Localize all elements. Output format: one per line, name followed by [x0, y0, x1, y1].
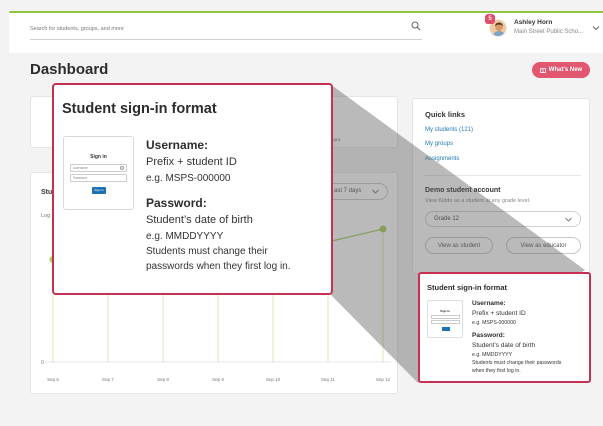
app-page: Search for students, groups, and more 5 …	[0, 0, 603, 426]
whats-new-label: What's New	[548, 67, 583, 73]
mini-password-note-2: when they first log in.	[472, 368, 521, 374]
password-note-2: passwords when they first log in.	[146, 261, 291, 272]
sign-in-format-callout: Student sign-in format Sign in Username …	[52, 83, 333, 295]
user-name[interactable]: Ashley Horn	[514, 19, 552, 26]
chart-card-subtitle: Log	[41, 213, 51, 219]
password-example: e.g. MMDDYYYY	[146, 231, 224, 242]
x-tick-label: Sep 6	[47, 377, 59, 382]
notification-badge[interactable]: 5	[485, 14, 495, 24]
view-as-student-label: View as student	[437, 242, 481, 249]
grade-select-value: Grade 12	[434, 216, 460, 222]
link-my-students[interactable]: My students (121)	[425, 127, 473, 133]
sign-in-thumbnail: Sign in Username Password Sign in	[63, 136, 134, 210]
x-tick-label: Sep 9	[212, 377, 224, 382]
mini-username-label: Username:	[472, 300, 506, 307]
callout-title: Student sign-in format	[62, 101, 217, 117]
quick-links-title: Quick links	[425, 110, 466, 119]
eye-icon	[120, 166, 124, 170]
mini-username-rule: Prefix + student ID	[472, 310, 526, 317]
sign-in-format-card: Student sign-in format Sign in Username:…	[418, 272, 591, 383]
quick-links-card: Quick links My students (121) My groups …	[412, 98, 590, 274]
date-range-value: ast 7 days	[334, 188, 362, 194]
x-tick-label: Sep 11	[321, 377, 335, 382]
thumb-password-placeholder: Password	[73, 176, 87, 180]
mini-thumb-title: Sign in	[440, 309, 450, 313]
search-placeholder: Search for students, groups, and more	[30, 26, 124, 32]
password-note-1: Students must change their	[146, 246, 268, 257]
mini-username-example: e.g. MSPS-000000	[472, 320, 516, 326]
mini-password-note-1: Students must change their passwords	[472, 360, 562, 366]
y-tick-label: 0	[41, 360, 44, 366]
view-as-educator-label: View as educator	[520, 242, 567, 249]
page-title: Dashboard	[30, 61, 109, 78]
search-input[interactable]: Search for students, groups, and more	[30, 24, 422, 40]
username-label: Username:	[146, 138, 209, 152]
demo-subtitle: View Kiddo as a student at any grade lev…	[425, 198, 531, 204]
mini-password-rule: Student’s date of birth	[472, 342, 536, 349]
x-tick-label: Sep 8	[157, 377, 169, 382]
chart-card-title: Stu	[41, 189, 53, 196]
date-range-select[interactable]: ast 7 days	[324, 183, 388, 200]
link-assignments[interactable]: Assignments	[425, 156, 459, 162]
x-tick-label: Sep 12	[376, 377, 391, 382]
thumb-title: Sign in	[90, 154, 107, 160]
password-label: Password:	[146, 196, 207, 210]
thumb-username-field: Username	[70, 164, 127, 172]
thumb-sign-in-button: Sign in	[92, 187, 106, 194]
user-school: Main Street Public Scho...	[514, 29, 584, 35]
divider	[425, 175, 581, 176]
mini-password-label: Password:	[472, 332, 505, 339]
mini-thumb-button	[442, 327, 450, 331]
username-rule: Prefix + student ID	[146, 156, 237, 168]
view-as-educator-button[interactable]: View as educator	[506, 237, 581, 254]
mini-password-example: e.g. MMDDYYYY	[472, 352, 513, 358]
username-example: e.g. MSPS-000000	[146, 173, 231, 184]
demo-title: Demo student account	[425, 187, 501, 194]
link-my-groups[interactable]: My groups	[425, 141, 453, 147]
thumb-password-field: Password	[70, 174, 127, 182]
x-tick-label: Sep 10	[266, 377, 281, 382]
mini-thumb-field	[431, 315, 460, 319]
x-tick-label: Sep 7	[102, 377, 114, 382]
mini-title: Student sign-in format	[427, 283, 507, 292]
whats-new-button[interactable]: What's New	[532, 62, 590, 78]
data-point	[379, 225, 387, 233]
view-as-student-button[interactable]: View as student	[425, 237, 493, 254]
thumb-username-placeholder: Username	[73, 166, 88, 170]
mini-thumb-field	[431, 320, 460, 324]
gift-icon	[539, 68, 546, 73]
chevron-down-icon	[372, 189, 379, 194]
password-rule: Student’s date of birth	[146, 214, 253, 226]
search-icon[interactable]	[411, 21, 421, 31]
chevron-down-icon[interactable]	[592, 25, 600, 31]
grade-select[interactable]: Grade 12	[425, 211, 581, 227]
chevron-down-icon	[565, 217, 572, 222]
mini-sign-in-thumbnail: Sign in	[427, 300, 463, 338]
